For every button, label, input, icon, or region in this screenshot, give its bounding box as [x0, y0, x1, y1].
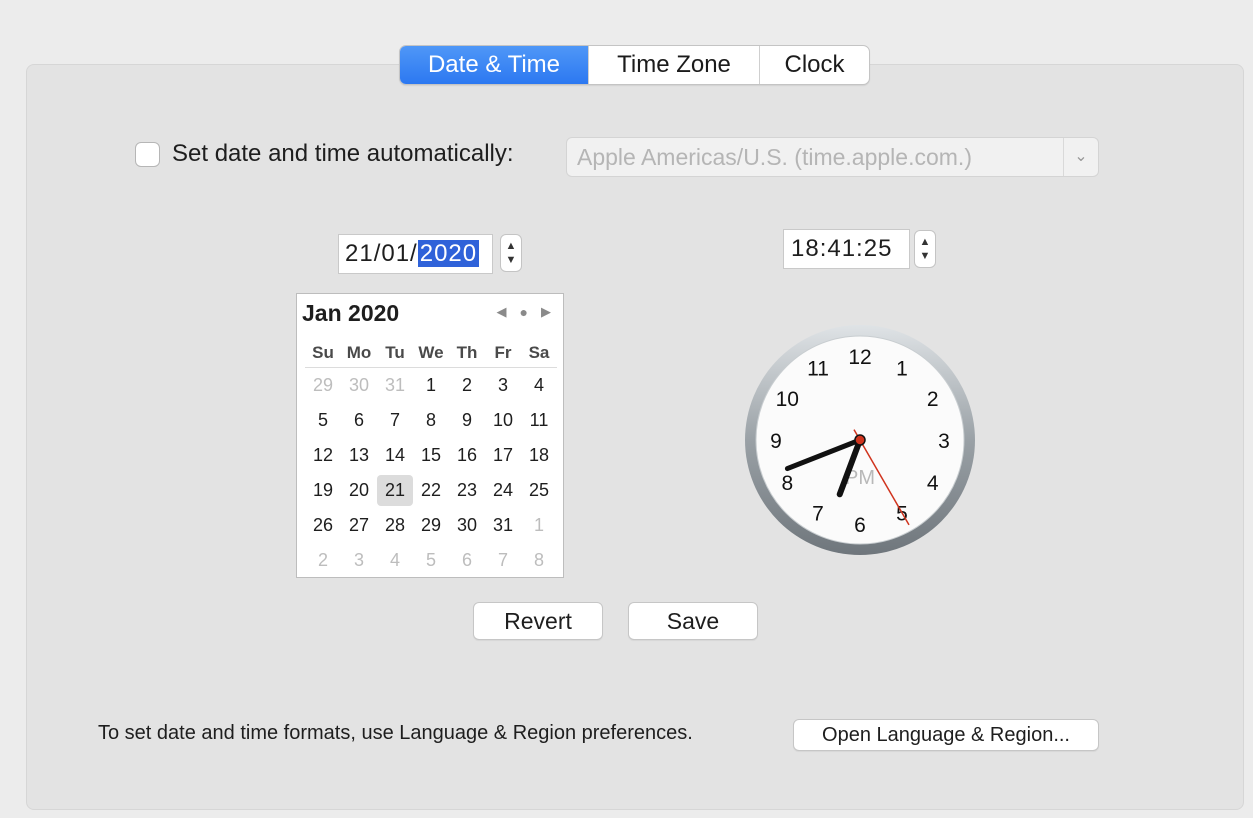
time-server-value: Apple Americas/U.S. (time.apple.com.)	[577, 144, 972, 170]
clock-number: 11	[807, 357, 829, 380]
calendar-day[interactable]: 18	[521, 445, 557, 466]
calendar-day[interactable]: 3	[341, 550, 377, 571]
calendar-weekday: Su	[312, 343, 334, 362]
calendar-week-row: 19 20 21 22 23 24 25	[305, 473, 557, 508]
calendar-day[interactable]: 17	[485, 445, 521, 466]
calendar-day[interactable]: 15	[413, 445, 449, 466]
calendar-month-title: Jan 2020	[302, 300, 400, 326]
calendar-day[interactable]: 14	[377, 445, 413, 466]
calendar-day[interactable]: 9	[449, 410, 485, 431]
date-stepper[interactable]: ▲ ▼	[500, 234, 522, 272]
tab-bar: Date & Time Time Zone Clock	[399, 45, 870, 85]
clock-number: 7	[812, 503, 824, 526]
up-down-arrows-icon: ▲ ▼	[505, 240, 517, 266]
calendar-day[interactable]: 22	[413, 480, 449, 501]
calendar-weekday: We	[418, 343, 444, 362]
calendar-day[interactable]: 30	[341, 375, 377, 396]
calendar-day[interactable]: 31	[377, 375, 413, 396]
clock-number: 12	[848, 346, 871, 369]
calendar-day[interactable]: 5	[305, 410, 341, 431]
calendar-weekday-row: Su Mo Tu We Th Fr Sa	[305, 339, 557, 368]
calendar-day[interactable]: 19	[305, 480, 341, 501]
chevron-down-icon: ⌄	[1063, 138, 1098, 176]
calendar-weekday: Mo	[346, 343, 372, 362]
calendar-day[interactable]: 25	[521, 480, 557, 501]
time-field[interactable]: 18:41:25	[783, 229, 910, 269]
calendar-day[interactable]: 28	[377, 515, 413, 536]
calendar-day[interactable]: 5	[413, 550, 449, 571]
calendar-day[interactable]: 31	[485, 515, 521, 536]
calendar-week-row: 26 27 28 29 30 31 1	[305, 508, 557, 543]
calendar-day[interactable]: 23	[449, 480, 485, 501]
calendar-week-row: 5 6 7 8 9 10 11	[305, 403, 557, 438]
calendar-day[interactable]: 30	[449, 515, 485, 536]
calendar-day[interactable]: 12	[305, 445, 341, 466]
calendar-day[interactable]: 4	[377, 550, 413, 571]
calendar-day[interactable]: 7	[377, 410, 413, 431]
calendar-day[interactable]: 24	[485, 480, 521, 501]
calendar-week-row: 12 13 14 15 16 17 18	[305, 438, 557, 473]
calendar-day[interactable]: 11	[521, 410, 557, 431]
calendar-day[interactable]: 13	[341, 445, 377, 466]
tab-clock[interactable]: Clock	[759, 46, 869, 84]
calendar-day[interactable]: 1	[413, 375, 449, 396]
calendar-week-row: 2345678	[305, 543, 557, 578]
calendar-day[interactable]: 4	[521, 375, 557, 396]
auto-time-label: Set date and time automatically:	[172, 140, 514, 167]
tab-time-zone[interactable]: Time Zone	[588, 46, 759, 84]
save-button[interactable]: Save	[628, 602, 758, 640]
calendar-nav: ◀ ● ▶	[497, 304, 551, 320]
clock-number: 1	[896, 357, 908, 380]
calendar-day[interactable]: 8	[413, 410, 449, 431]
next-month-icon[interactable]: ▶	[541, 304, 551, 320]
date-day-month[interactable]: 21/01/	[345, 240, 418, 267]
calendar-day[interactable]: 16	[449, 445, 485, 466]
calendar-day[interactable]: 7	[485, 550, 521, 571]
format-hint-text: To set date and time formats, use Langua…	[98, 722, 693, 744]
calendar-day[interactable]: 29	[413, 515, 449, 536]
up-down-arrows-icon: ▲ ▼	[919, 236, 931, 262]
calendar-day[interactable]: 3	[485, 375, 521, 396]
calendar-day[interactable]: 20	[341, 480, 377, 501]
clock-number: 10	[776, 388, 799, 411]
auto-time-checkbox[interactable]	[135, 141, 160, 167]
calendar-weekday: Fr	[494, 343, 512, 362]
auto-time-row: Set date and time automatically:	[135, 140, 514, 168]
clock-number: 9	[770, 430, 782, 453]
revert-button[interactable]: Revert	[473, 602, 603, 640]
open-language-region-button[interactable]: Open Language & Region...	[793, 719, 1099, 751]
date-field[interactable]: 21/01/2020	[338, 234, 493, 274]
calendar-day[interactable]: 6	[449, 550, 485, 571]
calendar-week-row: 29 30 31 1 2 3 4	[305, 368, 557, 403]
clock-number: 6	[854, 514, 866, 537]
calendar-weekday: Sa	[528, 343, 550, 362]
clock-number: 4	[927, 472, 939, 495]
tab-date-time[interactable]: Date & Time	[400, 46, 588, 84]
calendar-weekday: Th	[456, 343, 478, 362]
calendar-day[interactable]: 10	[485, 410, 521, 431]
calendar-day[interactable]: 2	[305, 550, 341, 571]
calendar: Jan 2020 ◀ ● ▶ Su Mo Tu We Th Fr Sa 29 30 31 1 2 3 4 5…	[296, 293, 564, 578]
calendar-day[interactable]: 2	[449, 375, 485, 396]
calendar-day[interactable]: 8	[521, 550, 557, 571]
calendar-day[interactable]: 27	[341, 515, 377, 536]
calendar-day[interactable]: 1	[521, 515, 557, 536]
clock-number: 3	[938, 430, 950, 453]
time-stepper[interactable]: ▲ ▼	[914, 230, 936, 268]
analog-clock: 121234567891011 PM	[745, 325, 975, 555]
calendar-day[interactable]: 26	[305, 515, 341, 536]
calendar-weekday: Tu	[385, 343, 405, 362]
calendar-day[interactable]: 29	[305, 375, 341, 396]
clock-number: 2	[927, 388, 939, 411]
clock-number: 8	[781, 472, 793, 495]
time-server-select: Apple Americas/U.S. (time.apple.com.) ⌄	[566, 137, 1099, 177]
calendar-day-selected[interactable]: 21	[377, 475, 413, 506]
today-dot-icon[interactable]: ●	[520, 304, 528, 320]
calendar-day[interactable]: 6	[341, 410, 377, 431]
clock-center-pin	[854, 434, 866, 446]
date-year-selected[interactable]: 2020	[417, 240, 480, 267]
previous-month-icon[interactable]: ◀	[497, 304, 507, 320]
calendar-grid: Su Mo Tu We Th Fr Sa 29 30 31 1 2 3 4 5 6 7 8 9 10 11 12 13 14 1…	[305, 339, 557, 578]
